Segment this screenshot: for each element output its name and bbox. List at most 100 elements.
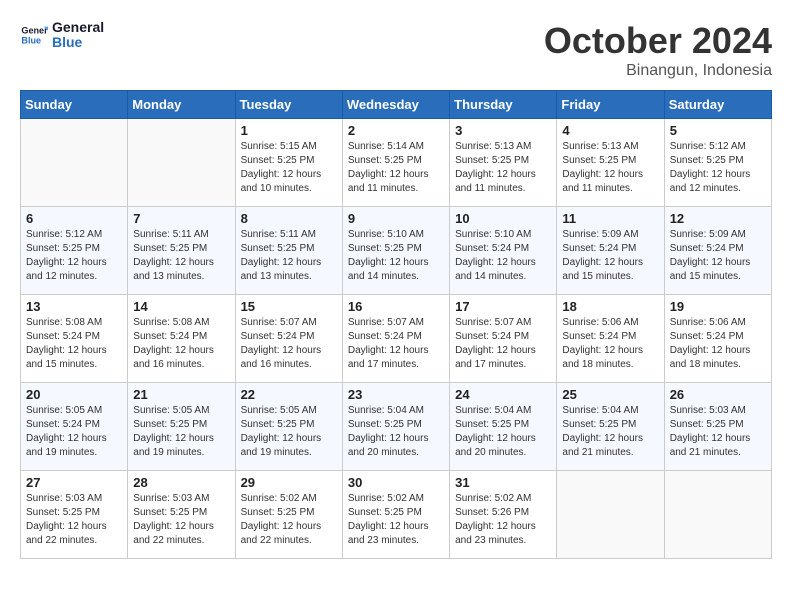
calendar-cell: 21Sunrise: 5:05 AM Sunset: 5:25 PM Dayli…: [128, 383, 235, 471]
calendar-cell: 3Sunrise: 5:13 AM Sunset: 5:25 PM Daylig…: [450, 119, 557, 207]
day-info: Sunrise: 5:15 AM Sunset: 5:25 PM Dayligh…: [241, 140, 337, 196]
day-of-week-header: Tuesday: [235, 91, 342, 119]
day-number: 4: [562, 123, 658, 138]
calendar-cell: 7 Sunrise: 5:11 AM Sunset: 5:25 PM Daylig…: [128, 207, 235, 295]
calendar-cell: 16Sunrise: 5:07 AM Sunset: 5:24 PM Dayli…: [342, 295, 449, 383]
calendar-cell: 22 Sunrise: 5:05 AM Sunset: 5:25 PM Dayli…: [235, 383, 342, 471]
day-info: Sunrise: 5:08 AM Sunset: 5:24 PM Dayligh…: [133, 316, 229, 372]
day-number: 7: [133, 211, 229, 226]
logo: General Blue General Blue: [20, 20, 104, 51]
calendar-cell: 5 Sunrise: 5:12 AM Sunset: 5:25 PM Daylig…: [664, 119, 771, 207]
day-info: Sunrise: 5:06 AM Sunset: 5:24 PM Dayligh…: [562, 316, 658, 372]
day-info: Sunrise: 5:02 AM Sunset: 5:26 PM Dayligh…: [455, 492, 551, 548]
calendar-cell: [128, 119, 235, 207]
calendar-cell: 8Sunrise: 5:11 AM Sunset: 5:25 PM Daylig…: [235, 207, 342, 295]
day-info: Sunrise: 5:04 AM Sunset: 5:25 PM Dayligh…: [348, 404, 444, 460]
day-number: 12: [670, 211, 766, 226]
day-of-week-header: Sunday: [21, 91, 128, 119]
calendar-cell: 17Sunrise: 5:07 AM Sunset: 5:24 PM Dayli…: [450, 295, 557, 383]
svg-text:Blue: Blue: [21, 36, 41, 46]
calendar-cell: 23Sunrise: 5:04 AM Sunset: 5:25 PM Dayli…: [342, 383, 449, 471]
day-info: Sunrise: 5:12 AM Sunset: 5:25 PM Dayligh…: [26, 228, 122, 284]
calendar-cell: 1 Sunrise: 5:15 AM Sunset: 5:25 PM Daylig…: [235, 119, 342, 207]
day-info: Sunrise: 5:06 AM Sunset: 5:24 PM Dayligh…: [670, 316, 766, 372]
day-number: 2: [348, 123, 444, 138]
calendar-week-row: 20 Sunrise: 5:05 AM Sunset: 5:24 PM Dayli…: [21, 383, 772, 471]
day-of-week-header: Saturday: [664, 91, 771, 119]
calendar-cell: 29Sunrise: 5:02 AM Sunset: 5:25 PM Dayli…: [235, 471, 342, 559]
logo-general-text: General: [52, 20, 104, 35]
day-number: 21: [133, 387, 229, 402]
day-number: 15: [241, 299, 337, 314]
day-info: Sunrise: 5:07 AM Sunset: 5:24 PM Dayligh…: [455, 316, 551, 372]
calendar-cell: 28Sunrise: 5:03 AM Sunset: 5:25 PM Dayli…: [128, 471, 235, 559]
day-info: Sunrise: 5:08 AM Sunset: 5:24 PM Dayligh…: [26, 316, 122, 372]
day-number: 27: [26, 475, 122, 490]
calendar-cell: [664, 471, 771, 559]
day-number: 24: [455, 387, 551, 402]
day-info: Sunrise: 5:10 AM Sunset: 5:24 PM Dayligh…: [455, 228, 551, 284]
calendar-cell: 9 Sunrise: 5:10 AM Sunset: 5:25 PM Daylig…: [342, 207, 449, 295]
day-number: 13: [26, 299, 122, 314]
day-number: 14: [133, 299, 229, 314]
day-number: 19: [670, 299, 766, 314]
day-info: Sunrise: 5:07 AM Sunset: 5:24 PM Dayligh…: [348, 316, 444, 372]
day-number: 31: [455, 475, 551, 490]
day-number: 1: [241, 123, 337, 138]
day-info: Sunrise: 5:07 AM Sunset: 5:24 PM Dayligh…: [241, 316, 337, 372]
calendar-cell: 27 Sunrise: 5:03 AM Sunset: 5:25 PM Dayli…: [21, 471, 128, 559]
day-info: Sunrise: 5:03 AM Sunset: 5:25 PM Dayligh…: [670, 404, 766, 460]
day-info: Sunrise: 5:02 AM Sunset: 5:25 PM Dayligh…: [348, 492, 444, 548]
calendar-cell: 20 Sunrise: 5:05 AM Sunset: 5:24 PM Dayli…: [21, 383, 128, 471]
calendar-cell: 15 Sunrise: 5:07 AM Sunset: 5:24 PM Dayli…: [235, 295, 342, 383]
day-number: 20: [26, 387, 122, 402]
logo-blue-text: Blue: [52, 35, 104, 50]
day-info: Sunrise: 5:13 AM Sunset: 5:25 PM Dayligh…: [562, 140, 658, 196]
day-info: Sunrise: 5:04 AM Sunset: 5:25 PM Dayligh…: [562, 404, 658, 460]
day-number: 26: [670, 387, 766, 402]
day-number: 6: [26, 211, 122, 226]
day-info: Sunrise: 5:12 AM Sunset: 5:25 PM Dayligh…: [670, 140, 766, 196]
day-number: 11: [562, 211, 658, 226]
day-info: Sunrise: 5:03 AM Sunset: 5:25 PM Dayligh…: [133, 492, 229, 548]
day-info: Sunrise: 5:14 AM Sunset: 5:25 PM Dayligh…: [348, 140, 444, 196]
day-of-week-header: Friday: [557, 91, 664, 119]
calendar-week-row: 27 Sunrise: 5:03 AM Sunset: 5:25 PM Dayli…: [21, 471, 772, 559]
day-info: Sunrise: 5:05 AM Sunset: 5:24 PM Dayligh…: [26, 404, 122, 460]
day-info: Sunrise: 5:09 AM Sunset: 5:24 PM Dayligh…: [562, 228, 658, 284]
calendar-cell: 12 Sunrise: 5:09 AM Sunset: 5:24 PM Dayli…: [664, 207, 771, 295]
day-info: Sunrise: 5:11 AM Sunset: 5:25 PM Dayligh…: [133, 228, 229, 284]
day-number: 3: [455, 123, 551, 138]
day-number: 22: [241, 387, 337, 402]
calendar-cell: 2 Sunrise: 5:14 AM Sunset: 5:25 PM Daylig…: [342, 119, 449, 207]
day-number: 30: [348, 475, 444, 490]
calendar-table: SundayMondayTuesdayWednesdayThursdayFrid…: [20, 90, 772, 559]
day-of-week-header: Monday: [128, 91, 235, 119]
calendar-cell: [21, 119, 128, 207]
day-info: Sunrise: 5:09 AM Sunset: 5:24 PM Dayligh…: [670, 228, 766, 284]
calendar-cell: 11 Sunrise: 5:09 AM Sunset: 5:24 PM Dayli…: [557, 207, 664, 295]
day-number: 18: [562, 299, 658, 314]
day-number: 5: [670, 123, 766, 138]
calendar-cell: 18 Sunrise: 5:06 AM Sunset: 5:24 PM Dayli…: [557, 295, 664, 383]
calendar-week-row: 1 Sunrise: 5:15 AM Sunset: 5:25 PM Daylig…: [21, 119, 772, 207]
location-subtitle: Binangun, Indonesia: [544, 62, 772, 80]
page-header: General Blue General Blue October 2024 B…: [20, 20, 772, 80]
calendar-cell: 4 Sunrise: 5:13 AM Sunset: 5:25 PM Daylig…: [557, 119, 664, 207]
svg-text:General: General: [21, 26, 48, 36]
month-title: October 2024: [544, 20, 772, 62]
day-number: 25: [562, 387, 658, 402]
day-info: Sunrise: 5:02 AM Sunset: 5:25 PM Dayligh…: [241, 492, 337, 548]
day-info: Sunrise: 5:10 AM Sunset: 5:25 PM Dayligh…: [348, 228, 444, 284]
day-info: Sunrise: 5:04 AM Sunset: 5:25 PM Dayligh…: [455, 404, 551, 460]
day-info: Sunrise: 5:03 AM Sunset: 5:25 PM Dayligh…: [26, 492, 122, 548]
calendar-cell: 13 Sunrise: 5:08 AM Sunset: 5:24 PM Dayli…: [21, 295, 128, 383]
day-info: Sunrise: 5:11 AM Sunset: 5:25 PM Dayligh…: [241, 228, 337, 284]
calendar-cell: 30 Sunrise: 5:02 AM Sunset: 5:25 PM Dayli…: [342, 471, 449, 559]
calendar-week-row: 6 Sunrise: 5:12 AM Sunset: 5:25 PM Daylig…: [21, 207, 772, 295]
calendar-cell: 14 Sunrise: 5:08 AM Sunset: 5:24 PM Dayli…: [128, 295, 235, 383]
calendar-cell: [557, 471, 664, 559]
day-info: Sunrise: 5:05 AM Sunset: 5:25 PM Dayligh…: [241, 404, 337, 460]
day-number: 9: [348, 211, 444, 226]
calendar-cell: 26 Sunrise: 5:03 AM Sunset: 5:25 PM Dayli…: [664, 383, 771, 471]
